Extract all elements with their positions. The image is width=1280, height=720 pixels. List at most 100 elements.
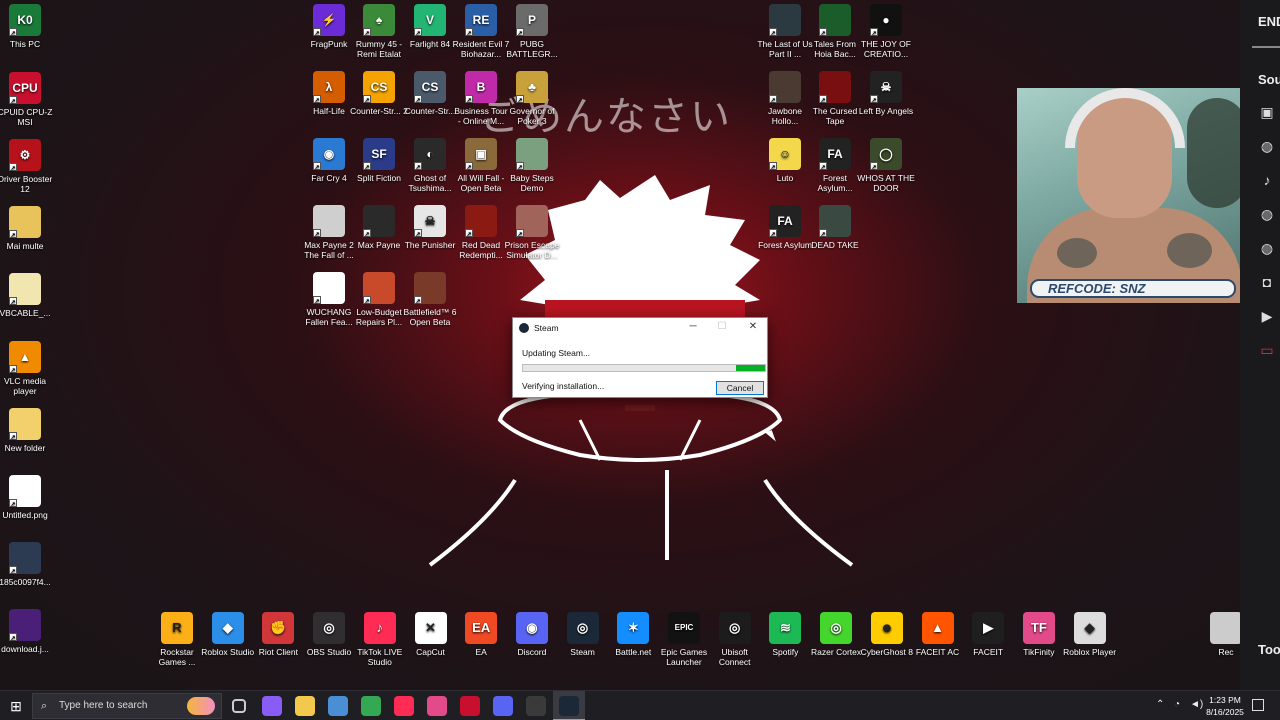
desktop-icon[interactable]: P ↗ PUBG BATTLEGR... xyxy=(503,4,561,59)
desktop-icon[interactable]: CPU ↗ CPUID CPU-Z MSI xyxy=(0,72,54,127)
notification-icon[interactable] xyxy=(1252,699,1264,711)
desktop-icon[interactable]: R Rockstar Games ... xyxy=(148,612,206,667)
app-icon: ↗ xyxy=(9,475,41,508)
play-icon[interactable]: ▶ xyxy=(1258,308,1276,326)
tikfinity-icon[interactable] xyxy=(427,696,447,716)
desktop-icon[interactable]: EA EA xyxy=(452,612,510,657)
desktop-icon[interactable]: ▲ ↗ VLC media player xyxy=(0,341,54,396)
desktop-icon[interactable]: K0 ↗ This PC xyxy=(0,4,54,49)
desktop-icon[interactable]: ↗ download.j... xyxy=(0,609,54,654)
desktop-icon[interactable]: ♪ TikTok LIVE Studio xyxy=(351,612,409,667)
shortcut-arrow-icon: ↗ xyxy=(9,365,17,374)
search-input[interactable]: ⌕ Type here to search xyxy=(32,693,222,719)
taskbar-clock[interactable]: 1:23 PM 8/16/2025 xyxy=(1200,694,1250,718)
desktop-icon[interactable]: ☠ ↗ Left By Angels xyxy=(857,71,915,116)
chevron-up-icon[interactable]: ⌃ xyxy=(1156,699,1164,710)
desktop-icon[interactable]: ✶ Battle.net xyxy=(604,612,662,657)
desktop-icon[interactable]: ◎ Ubisoft Connect xyxy=(706,612,764,667)
steam-icon[interactable] xyxy=(559,696,579,716)
desktop-icon[interactable]: ↗ Baby Steps Demo xyxy=(503,138,561,193)
bell-icon[interactable]: ♪ xyxy=(1258,172,1276,190)
tiktok-icon[interactable] xyxy=(394,696,414,716)
desktop-icon[interactable]: ✕ CapCut xyxy=(402,612,460,657)
desktop-icon[interactable]: EPIC Epic Games Launcher xyxy=(655,612,713,667)
monitor-icon[interactable]: ▭ xyxy=(1258,342,1276,360)
desktop-icon[interactable]: ↗ DEAD TAKE xyxy=(806,205,864,250)
desktop-icon[interactable]: V ↗ Farlight 84 xyxy=(401,4,459,49)
desktop-icon-label: Forest Asylum... xyxy=(817,173,853,193)
task-view-icon[interactable] xyxy=(232,699,246,713)
desktop-icon[interactable]: ⚙ ↗ Driver Booster 12 xyxy=(0,139,54,194)
desktop-icon[interactable]: ▲ FACEIT AC xyxy=(909,612,967,657)
obs-icon[interactable] xyxy=(526,696,546,716)
shortcut-arrow-icon: ↗ xyxy=(414,229,422,238)
desktop-icon[interactable]: B ↗ Business Tour - Online M... xyxy=(452,71,510,126)
desktop-icon[interactable]: ◎ Razer Cortex xyxy=(807,612,865,657)
network-icon[interactable]: ◔ xyxy=(1174,699,1180,710)
desktop-icon[interactable]: ▶ FACEIT xyxy=(959,612,1017,657)
shortcut-arrow-icon: ↗ xyxy=(363,28,371,37)
desktop-icon[interactable]: ↗ Red Dead Redempti... xyxy=(452,205,510,260)
gb-app-icon[interactable] xyxy=(328,696,348,716)
file-explorer-icon[interactable] xyxy=(295,696,315,716)
camera-icon[interactable]: ◘ xyxy=(1258,274,1276,292)
globe-icon[interactable]: ◍ xyxy=(1258,138,1276,156)
shortcut-arrow-icon: ↗ xyxy=(516,162,524,171)
desktop-icon[interactable]: FA ↗ Forest Asylum... xyxy=(806,138,864,193)
desktop-icon-label: Baby Steps Demo xyxy=(510,173,554,193)
desktop-icon-label: WHOS AT THE DOOR xyxy=(857,173,915,193)
desktop-icon[interactable]: ✊ Riot Client xyxy=(249,612,307,657)
app-icon: ◆ xyxy=(1073,612,1106,644)
app-icon: R xyxy=(161,612,193,644)
desktop-icon[interactable]: ↗ VBCABLE_... xyxy=(0,273,54,318)
shortcut-arrow-icon: ↗ xyxy=(363,162,371,171)
desktop-icon[interactable]: ☠ ↗ The Punisher xyxy=(401,205,459,250)
desktop-icon[interactable]: ↗ Low-Budget Repairs Pl... xyxy=(350,272,408,327)
desktop-icon[interactable]: SF ↗ Split Fiction xyxy=(350,138,408,183)
desktop-icon[interactable]: TF TikFinity xyxy=(1010,612,1068,657)
desktop-icon[interactable]: ♠ ↗ Rummy 45 - Remi Etalat xyxy=(350,4,408,59)
desktop-icon[interactable]: ↗ The Cursed Tape xyxy=(806,71,864,126)
desktop-icon[interactable]: ↗ Tales From Hoia Bac... xyxy=(806,4,864,59)
desktop-icon[interactable]: ↗ Max Payne xyxy=(350,205,408,250)
red-app-icon[interactable] xyxy=(460,696,480,716)
desktop-icon[interactable]: CS ↗ Counter-Str... 2 xyxy=(350,71,408,116)
shortcut-arrow-icon: ↗ xyxy=(414,28,422,37)
globe-icon[interactable]: ◍ xyxy=(1258,240,1276,258)
desktop-icon[interactable]: ≋ Spotify xyxy=(756,612,814,657)
desktop-icon[interactable]: ◆ Roblox Player xyxy=(1061,612,1119,657)
desktop-icon[interactable]: RE ↗ Resident Evil 7 Biohazar... xyxy=(452,4,510,59)
desktop-icon[interactable]: ◯ ↗ WHOS AT THE DOOR xyxy=(857,138,915,193)
close-button[interactable]: ✕ xyxy=(743,321,763,335)
desktop-icon[interactable]: ↗ Battlefield™ 6 Open Beta xyxy=(401,272,459,327)
desktop-icon[interactable]: ◐ ↗ Ghost of Tsushima... xyxy=(401,138,459,193)
desktop-icon[interactable]: CS ↗ Counter-Str... xyxy=(401,71,459,116)
desktop-icon[interactable]: ◎ Steam xyxy=(554,612,612,657)
app-icon: ↗ xyxy=(516,138,548,171)
desktop-icon[interactable]: ♣ ↗ Governor of Poker 3 xyxy=(503,71,561,126)
desktop-icon[interactable]: ↗ 185c0097f4... xyxy=(0,542,54,587)
image-icon[interactable]: ▣ xyxy=(1258,104,1276,122)
desktop-icon[interactable]: ↗ Prison Escape Simulator D... xyxy=(503,205,561,260)
windows-start-icon[interactable]: ⊞ xyxy=(0,691,32,720)
desktop-icon[interactable]: ↗ Untitled.png xyxy=(0,475,54,520)
chrome-icon[interactable] xyxy=(361,696,381,716)
desktop-icon[interactable]: ● ↗ THE JOY OF CREATIO... xyxy=(857,4,915,59)
desktop-icon[interactable]: Rec xyxy=(1197,612,1240,657)
app-icon: FA ↗ xyxy=(819,138,851,171)
discord-icon[interactable] xyxy=(493,696,513,716)
desktop-icon[interactable]: ↗ Mai multe xyxy=(0,206,54,251)
desktop-icon[interactable]: ◎ OBS Studio xyxy=(300,612,358,657)
desktop-icon-label: Battlefield™ 6 Open Beta xyxy=(403,307,457,327)
copilot-icon[interactable] xyxy=(262,696,282,716)
desktop-icon[interactable]: ☻ CyberGhost 8 xyxy=(858,612,916,657)
cancel-button[interactable]: Cancel xyxy=(716,381,764,395)
search-icon: ⌕ xyxy=(41,700,48,712)
globe-icon[interactable]: ◍ xyxy=(1258,206,1276,224)
desktop-icon[interactable]: ↗ New folder xyxy=(0,408,54,453)
minimize-button[interactable]: ─ xyxy=(683,321,703,335)
app-icon: ↗ xyxy=(516,205,548,238)
desktop-icon[interactable]: ◆ Roblox Studio xyxy=(199,612,257,657)
desktop-icon[interactable]: ▣ ↗ All Will Fall - Open Beta xyxy=(452,138,510,193)
desktop-icon[interactable]: ◉ Discord xyxy=(503,612,561,657)
